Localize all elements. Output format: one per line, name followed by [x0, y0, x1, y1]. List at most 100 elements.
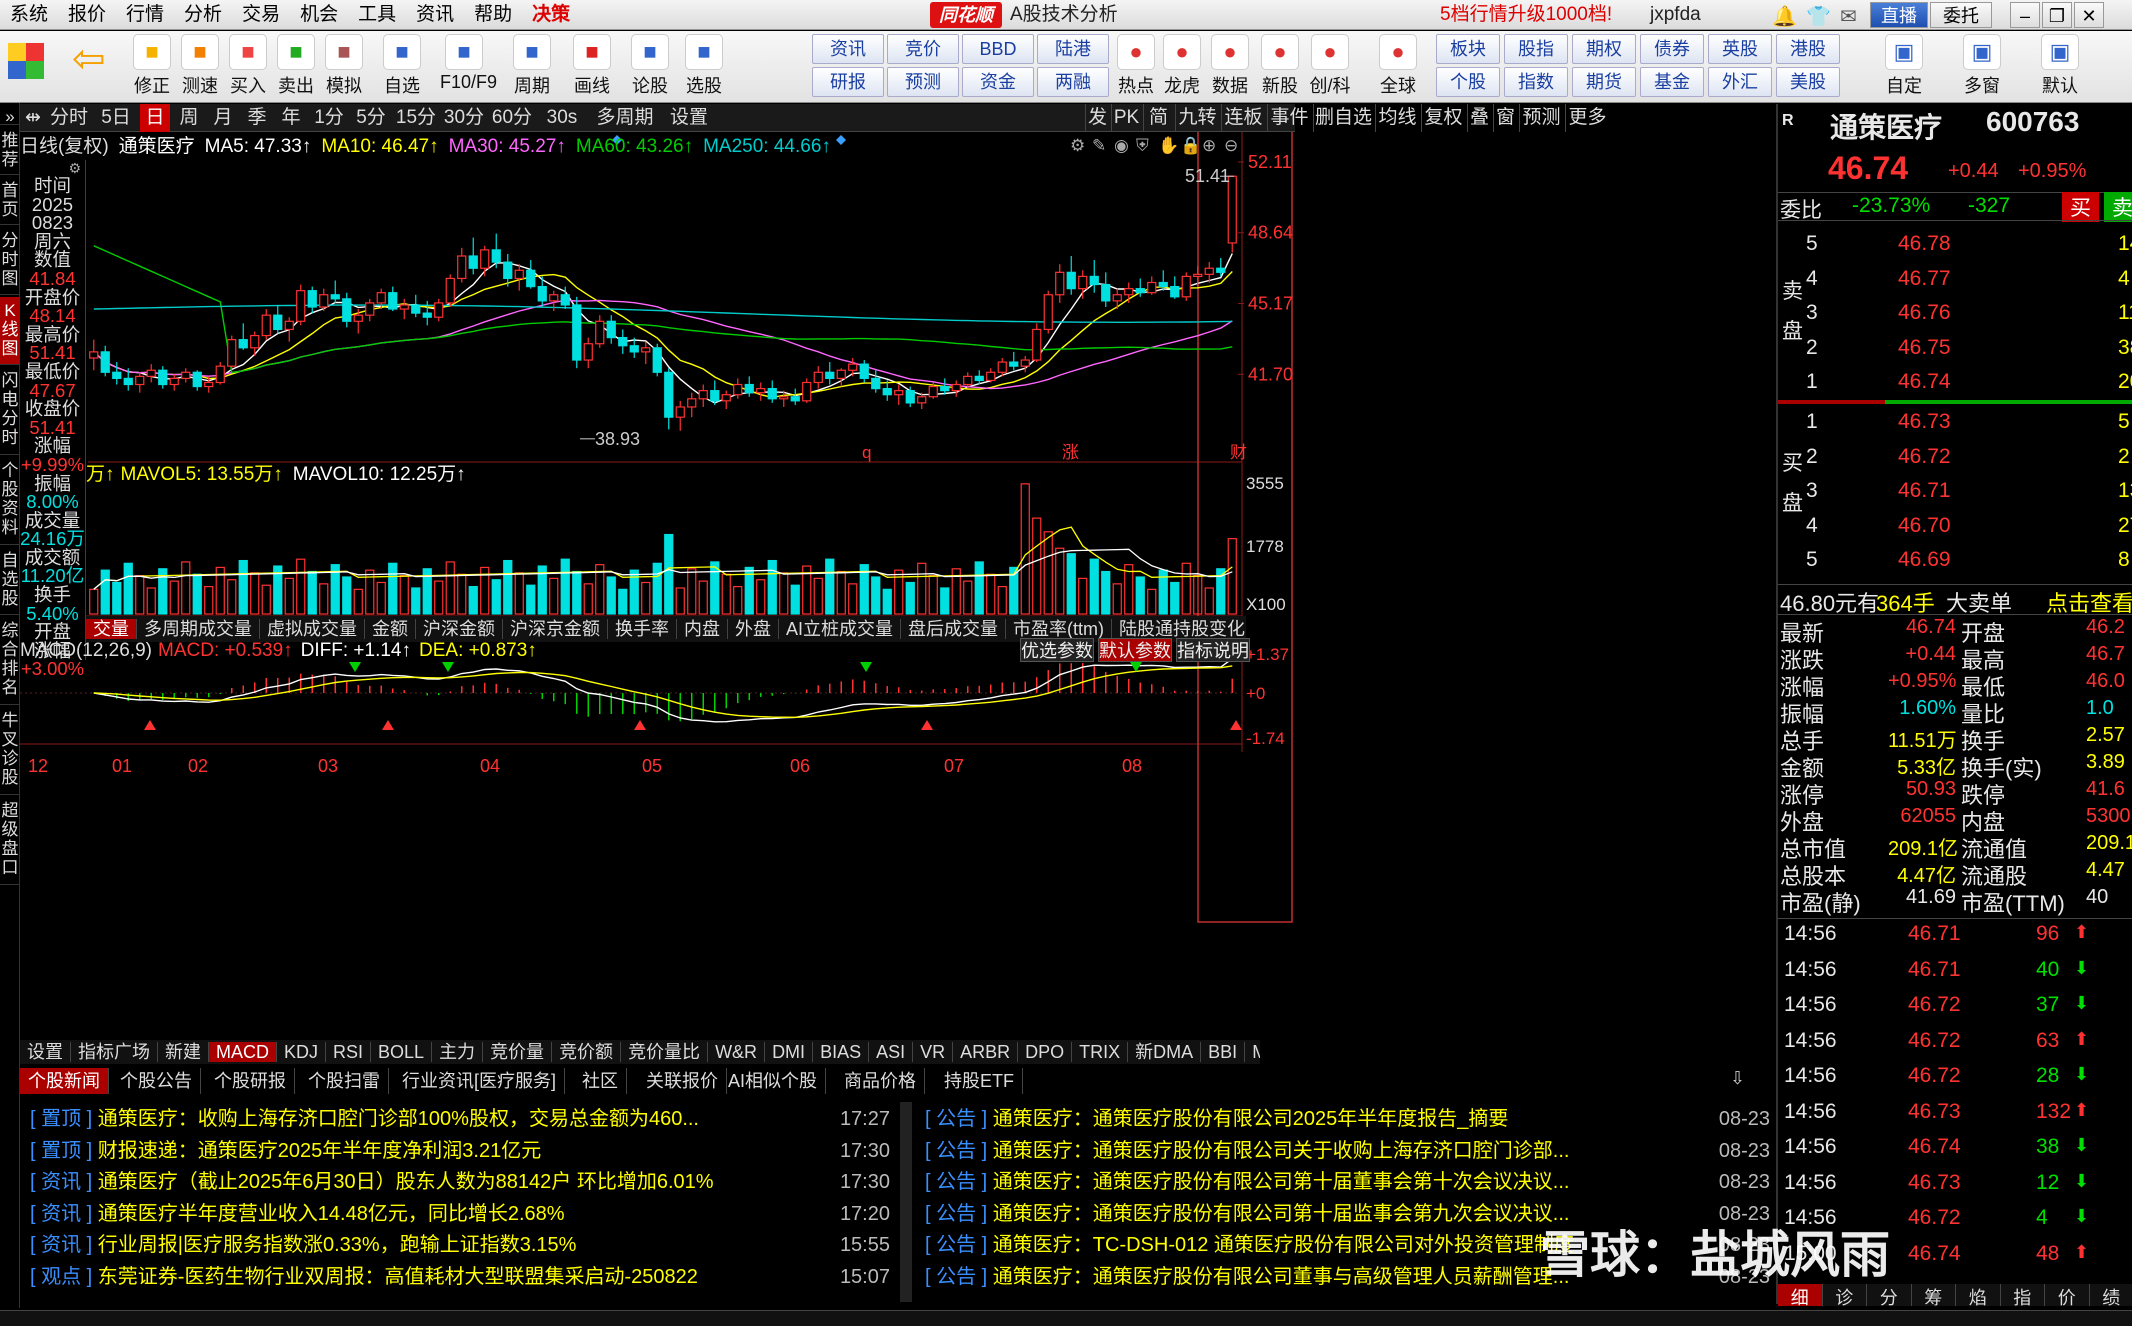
ann-title[interactable]: 通策医疗：通策医疗股份有限公司2025年半年度报告_摘要 [993, 1108, 1509, 1130]
quote-tab-0[interactable]: 细 [1778, 1284, 1823, 1308]
menu-item-7[interactable]: 资讯 [406, 0, 464, 30]
volume-tab-0[interactable]: 交量 [86, 619, 137, 639]
left-tab-4[interactable]: 闪电分时 [0, 367, 20, 455]
mail-icon[interactable]: ✉ [1840, 4, 1857, 29]
kline-svg[interactable]: 52.1148.6445.1741.7051.4138.93q 涨财3555177… [20, 132, 1295, 1052]
ann-title[interactable]: 通策医疗：通策医疗股份有限公司第十届监事会第九次会议决议... [993, 1203, 1570, 1225]
volume-tab-9[interactable]: AI立桩成交量 [779, 619, 902, 639]
period-tab-14[interactable]: 设置 [664, 104, 714, 132]
pen-icon[interactable]: ✎ [1092, 136, 1106, 156]
bell-icon[interactable]: 🔔 [1772, 4, 1797, 29]
quote-tab-7[interactable]: 绩 [2090, 1284, 2132, 1308]
period-tab-5[interactable]: 季 [242, 104, 272, 132]
period-tab-2[interactable]: 日 [140, 104, 170, 132]
默认-button[interactable]: ▣ 默认 [2036, 34, 2084, 98]
chart-tool-1[interactable]: PK [1111, 104, 1141, 132]
event-mark[interactable]: 财 [1230, 443, 1247, 462]
数据-button[interactable]: ● 数据 [1206, 34, 1254, 98]
volume-tab-4[interactable]: 沪深金额 [416, 619, 503, 639]
live-button[interactable]: 直播 [1870, 2, 1928, 28]
ann-title[interactable]: 通策医疗：通策医疗股份有限公司第十届董事会第十次会议决议... [993, 1171, 1570, 1193]
news-tab-2[interactable]: 个股研报 [206, 1068, 295, 1094]
period-tab-11[interactable]: 60分 [490, 104, 534, 132]
volume-tab-11[interactable]: 市盈率(ttm) [1006, 619, 1112, 639]
restore-icon[interactable]: ❐ [2042, 2, 2072, 28]
indicator-tab-0[interactable]: 设置 [20, 1042, 71, 1062]
left-tab-6[interactable]: 自选股 [0, 547, 20, 615]
shirt-icon[interactable]: 👕 [1806, 4, 1831, 29]
indicator-tab-21[interactable]: MTM [1245, 1042, 1260, 1062]
left-tab-9[interactable]: 超级盘口 [0, 797, 20, 885]
F10/F9-button[interactable]: ■ F10/F9 [440, 34, 497, 93]
indicator-tab-19[interactable]: 新DMA [1128, 1042, 1202, 1062]
news-tab-3[interactable]: 个股扫雷 [300, 1068, 389, 1094]
volume-tab-1[interactable]: 多周期成交量 [137, 619, 260, 639]
ask-price[interactable]: 46.77 [1898, 267, 1951, 291]
entrust-button[interactable]: 委托 [1930, 2, 1992, 28]
shield-icon[interactable]: ⛨ [1136, 136, 1149, 156]
chart-tool-0[interactable]: 发 [1085, 104, 1109, 132]
macd-btn-0[interactable]: 优选参数 [1020, 638, 1094, 662]
indicator-tab-2[interactable]: 新建 [158, 1042, 209, 1062]
news-title[interactable]: 通策医疗：收购上海存济口腔门诊部100%股权，交易总金额为460... [98, 1108, 699, 1130]
news-item[interactable]: [ 资讯 ] 通策医疗半年度营业收入14.48亿元，同比增长2.68% 17:20 [30, 1198, 890, 1229]
indicator-tab-12[interactable]: DMI [765, 1042, 814, 1062]
news-title[interactable]: 通策医疗（截止2025年6月30日）股东人数为88142户 环比增加6.01% [98, 1171, 714, 1193]
menu-item-1[interactable]: 报价 [58, 0, 116, 30]
period-tab-3[interactable]: 周 [174, 104, 204, 132]
ann-title[interactable]: 通策医疗：通策医疗股份有限公司董事与高级管理人员薪酬管理... [993, 1266, 1570, 1288]
back-arrow-icon[interactable]: ⇦ [72, 39, 112, 79]
indicator-tab-14[interactable]: ASI [869, 1042, 914, 1062]
left-tab-3[interactable]: K线图 [0, 297, 20, 365]
menu-item-3[interactable]: 分析 [174, 0, 232, 30]
创/科-button[interactable]: ● 创/科 [1306, 34, 1354, 98]
news-title[interactable]: 东莞证券-医药生物行业双周报：高值耗材大型联盟集采启动-250822 [98, 1266, 698, 1288]
quote-tab-4[interactable]: 焰 [1956, 1284, 2001, 1308]
market-btn-期货[interactable]: 期货 [1572, 67, 1636, 97]
全球-button[interactable]: ● 全球 [1374, 34, 1422, 98]
hand-icon[interactable]: ✋ [1158, 136, 1179, 156]
menu-item-6[interactable]: 工具 [348, 0, 406, 30]
自定-button[interactable]: ▣ 自定 [1880, 34, 1928, 98]
news-tab-9[interactable]: 持股ETF [936, 1068, 1023, 1094]
news-tab-8[interactable]: 商品价格 [836, 1068, 925, 1094]
market-btn-板块[interactable]: 板块 [1436, 34, 1500, 64]
menu-item-0[interactable]: 系统 [0, 0, 58, 30]
period-tab-8[interactable]: 5分 [352, 104, 390, 132]
announcement-item[interactable]: [ 公告 ] 通策医疗：通策医疗股份有限公司第十届董事会第十次会议决议... 08… [925, 1167, 1770, 1197]
news-tab-6[interactable]: 关联报价 [638, 1068, 727, 1094]
indicator-tab-3[interactable]: MACD [209, 1042, 277, 1062]
quote-tab-5[interactable]: 指 [2001, 1284, 2045, 1308]
论股-button[interactable]: ■ 论股 [626, 34, 674, 98]
indicator-tab-4[interactable]: KDJ [277, 1042, 327, 1062]
chart-tool-8[interactable]: 复权 [1421, 104, 1465, 132]
bid-price[interactable]: 46.72 [1898, 445, 1951, 469]
news-scrollbar[interactable] [900, 1102, 912, 1302]
download-icon[interactable]: ⇩ [1730, 1068, 1745, 1089]
indicator-tab-1[interactable]: 指标广场 [71, 1042, 158, 1062]
news-item[interactable]: [ 置顶 ] 财报速递：通策医疗2025年半年度净利润3.21亿元 17:30 [30, 1135, 890, 1166]
quick-btn-竞价[interactable]: 竞价 [887, 34, 959, 64]
volume-tab-10[interactable]: 盘后成交量 [901, 619, 1007, 639]
indicator-tab-17[interactable]: DPO [1018, 1042, 1073, 1062]
zoom-in-icon[interactable]: ⊕ [1202, 136, 1216, 156]
market-btn-股指[interactable]: 股指 [1504, 34, 1568, 64]
left-tab-5[interactable]: 个股资料 [0, 457, 20, 545]
kline-chart-area[interactable]: 52.11 48.64 45.17 41.70 51.41 38.93 q 涨财 3555 177… [20, 132, 1295, 1064]
周期-button[interactable]: ■ 周期 [508, 34, 556, 98]
indicator-tab-16[interactable]: ARBR [953, 1042, 1019, 1062]
chart-tool-9[interactable]: 叠 [1467, 104, 1491, 132]
indicator-tab-7[interactable]: 主力 [432, 1042, 484, 1062]
macd-btn-1[interactable]: 默认参数 [1098, 638, 1172, 662]
left-tab-7[interactable]: 综合排名 [0, 617, 20, 705]
news-tab-1[interactable]: 个股公告 [112, 1068, 201, 1094]
bid-price[interactable]: 46.73 [1898, 410, 1951, 434]
volume-tab-2[interactable]: 虚拟成交量 [260, 619, 365, 639]
eye-icon[interactable]: ◉ [1114, 136, 1129, 156]
quick-btn-陆港[interactable]: 陆港 [1037, 34, 1109, 64]
news-title[interactable]: 行业周报|医疗服务指数涨0.33%，跑输上证指数3.15% [98, 1234, 577, 1256]
news-tab-4[interactable]: 行业资讯[医疗服务] [394, 1068, 566, 1094]
chart-tool-2[interactable]: 简 [1143, 104, 1173, 132]
left-tab-0[interactable]: 推荐 [0, 127, 20, 175]
画线-button[interactable]: ■ 画线 [568, 34, 616, 98]
